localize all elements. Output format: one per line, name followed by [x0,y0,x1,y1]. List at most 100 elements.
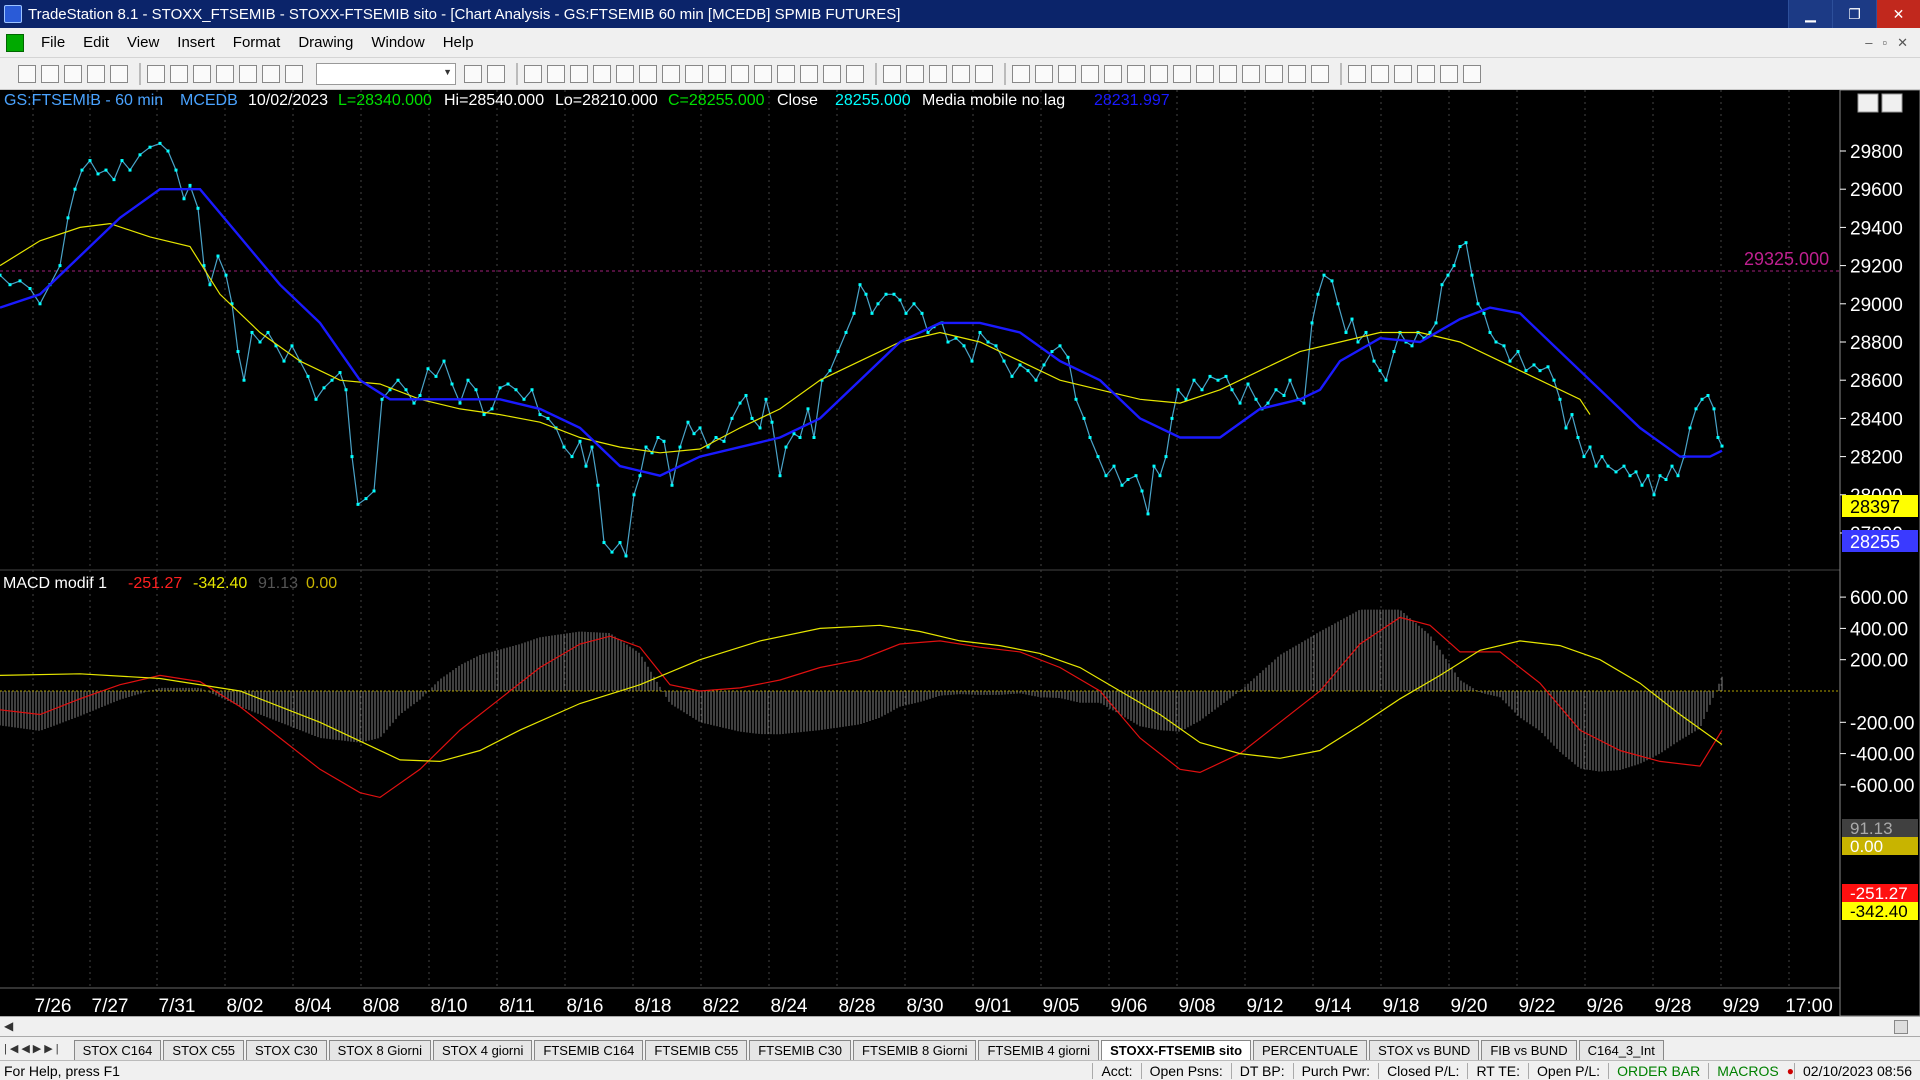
price-point-marker [562,445,566,449]
trendline-icon[interactable] [1012,64,1030,83]
new-icon[interactable] [18,64,36,83]
fibonacci-icon[interactable] [1265,64,1283,83]
workspace-tab[interactable]: STOX 8 Giorni [328,1040,431,1060]
vertical-lines-icon[interactable] [1035,64,1053,83]
mdi-minimize-button[interactable]: – [1865,35,1872,51]
print-preview-icon[interactable] [147,64,165,83]
workspace-tab[interactable]: FTSEMIB C164 [534,1040,644,1060]
close-button[interactable]: ✕ [1876,0,1920,28]
open-icon[interactable] [41,64,59,83]
subwindow-minimize-icon[interactable] [1857,93,1879,113]
cursor-icon[interactable] [906,64,924,83]
matrix-icon[interactable] [662,64,680,83]
hammer-icon[interactable] [929,64,947,83]
workspace-tab[interactable]: FIB vs BUND [1481,1040,1577,1060]
time-zones-icon[interactable] [1173,64,1191,83]
tab-navigation-icons[interactable]: |◀◀▶▶| [4,1042,62,1055]
workspace-tab[interactable]: PERCENTUALE [1253,1040,1368,1060]
text-icon[interactable] [1463,64,1481,83]
status-order-bar[interactable]: ORDER BAR [1608,1062,1708,1079]
bar-chart-icon[interactable] [731,64,749,83]
mdi-restore-button[interactable]: ▫ [1882,35,1887,51]
menu-insert[interactable]: Insert [168,34,224,51]
candle-icon[interactable] [754,64,772,83]
zoom-out-icon[interactable] [846,64,864,83]
price-point-marker [920,311,924,315]
price-point-marker [1588,445,1592,449]
workspace-tab[interactable]: STOX C55 [163,1040,245,1060]
find-icon[interactable] [487,64,505,83]
workspace-tab[interactable]: STOXX-FTSEMIB sito [1101,1040,1252,1060]
arrow-line-icon[interactable] [1219,64,1237,83]
chart-type-icon[interactable] [547,64,565,83]
restore-button[interactable]: ❐ [1832,0,1876,28]
zoom-in-icon[interactable] [823,64,841,83]
workspace-tab[interactable]: FTSEMIB C30 [749,1040,852,1060]
mdi-close-button[interactable]: ✕ [1897,35,1908,51]
refresh-icon[interactable] [193,64,211,83]
scroll-thumb[interactable] [1894,1020,1908,1034]
menu-help[interactable]: Help [434,34,483,51]
save-icon[interactable] [110,64,128,83]
chart-style-icon[interactable] [524,64,542,83]
workspace-tab[interactable]: STOX vs BUND [1369,1040,1480,1060]
andrews-pitchfork-icon[interactable] [1150,64,1168,83]
lookup-icon[interactable] [975,64,993,83]
workspace-tab[interactable]: FTSEMIB 4 giorni [978,1040,1100,1060]
speed-lines-icon[interactable] [1127,64,1145,83]
spacing-icon[interactable] [777,64,795,83]
menu-drawing[interactable]: Drawing [289,34,362,51]
horizontal-lines-icon[interactable] [1058,64,1076,83]
chart-window-icon[interactable] [6,33,24,52]
tools-icon[interactable] [262,64,280,83]
down-arrow-icon[interactable] [1371,64,1389,83]
minimize-button[interactable]: ▁ [1788,0,1832,28]
rectangle-icon[interactable] [1440,64,1458,83]
menu-file[interactable]: File [32,34,74,51]
workspace-tab[interactable]: STOX 4 giorni [432,1040,533,1060]
price-point-marker [1082,416,1086,420]
menu-edit[interactable]: Edit [74,34,118,51]
workspace-tab[interactable]: FTSEMIB C55 [645,1040,748,1060]
pen-icon[interactable] [1311,64,1329,83]
price-point-marker [1516,350,1520,354]
menu-view[interactable]: View [118,34,168,51]
ellipse-icon[interactable] [1417,64,1435,83]
workspace-tab[interactable]: FTSEMIB 8 Giorni [853,1040,977,1060]
play-icon[interactable] [464,64,482,83]
globe-icon[interactable] [285,64,303,83]
parallel-lines-icon[interactable] [1242,64,1260,83]
arc-icon[interactable] [1288,64,1306,83]
pointer-icon[interactable] [883,64,901,83]
workspace-tab[interactable]: STOX C164 [73,1040,162,1060]
channel-icon[interactable] [1081,64,1099,83]
menu-window[interactable]: Window [362,34,433,51]
compress-icon[interactable] [800,64,818,83]
horizontal-scrollbar[interactable]: ◀ [0,1016,1920,1036]
data-window-icon[interactable] [952,64,970,83]
workspace-tab[interactable]: STOX C30 [246,1040,327,1060]
menu-format[interactable]: Format [224,34,290,51]
chart-analysis-window[interactable]: GS:FTSEMIB - 60 min MCEDB 10/02/2023 L=2… [0,89,1920,1027]
workspace-tab[interactable]: C164_3_Int [1578,1040,1664,1060]
lock-icon[interactable] [239,64,257,83]
status-macros[interactable]: MACROS [1708,1062,1786,1079]
indicator-icon[interactable] [593,64,611,83]
regression-icon[interactable] [1196,64,1214,83]
curve-icon[interactable] [1348,64,1366,83]
print-icon[interactable] [170,64,188,83]
table-icon[interactable] [570,64,588,83]
subwindow-restore-icon[interactable] [1881,93,1903,113]
options-icon[interactable] [708,64,726,83]
open-workspace-icon[interactable] [64,64,82,83]
radar-icon[interactable] [685,64,703,83]
sync-icon[interactable] [216,64,234,83]
scroll-left-icon[interactable]: ◀ [4,1019,13,1033]
chart-svg[interactable]: GS:FTSEMIB - 60 min MCEDB 10/02/2023 L=2… [0,89,1920,1017]
new-window-icon[interactable] [87,64,105,83]
symbol-combo[interactable] [316,62,456,85]
up-arrow-icon[interactable] [1394,64,1412,83]
scanner-icon[interactable] [639,64,657,83]
gann-fan-icon[interactable] [1104,64,1122,83]
strategy-icon[interactable] [616,64,634,83]
